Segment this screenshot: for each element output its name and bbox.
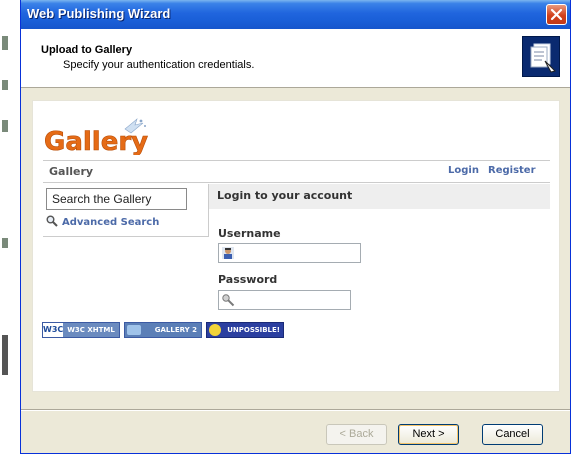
desktop-fragment: [2, 120, 8, 132]
wizard-window: Web Publishing Wizard Upload to Gallery …: [20, 0, 571, 454]
login-heading-bar: Login to your account: [209, 184, 550, 209]
gallery-sidebar: Search the Gallery Advanced Search: [43, 184, 209, 237]
back-button[interactable]: < Back: [326, 424, 387, 445]
register-link[interactable]: Register: [488, 165, 536, 176]
window-title: Web Publishing Wizard: [27, 6, 171, 21]
advanced-search-link[interactable]: Advanced Search: [46, 215, 159, 230]
desktop-fragment: [2, 335, 8, 375]
title-bar[interactable]: Web Publishing Wizard: [21, 0, 570, 29]
unpossible-badge-label: UNPOSSIBLE!: [227, 326, 280, 334]
cancel-button[interactable]: Cancel: [482, 424, 543, 445]
key-icon: [221, 293, 235, 307]
next-button[interactable]: Next >: [398, 424, 459, 445]
desktop-background: [0, 0, 22, 454]
login-heading: Login to your account: [217, 189, 353, 202]
gallery-login-page: Gallery Gallery Login Register Search th…: [32, 100, 560, 392]
w3c-logo: W3C: [43, 323, 63, 337]
header-subtitle: Specify your authentication credentials.: [63, 59, 255, 71]
username-field[interactable]: [218, 243, 361, 263]
desktop-fragment: [2, 36, 8, 50]
user-icon: [221, 246, 235, 260]
header-title: Upload to Gallery: [41, 44, 133, 56]
gallery-navbar: Gallery Login Register: [43, 160, 550, 183]
gallery2-badge-label: GALLERY 2: [154, 326, 197, 334]
unpossible-logo: [209, 324, 221, 336]
gallery-logo: Gallery: [43, 115, 153, 158]
advanced-search-label: Advanced Search: [62, 217, 160, 228]
wizard-header: Upload to Gallery Specify your authentic…: [21, 29, 570, 88]
password-label: Password: [218, 273, 278, 286]
close-button[interactable]: [546, 4, 567, 25]
close-icon: [550, 8, 563, 21]
web-publishing-icon: [522, 36, 560, 77]
username-label: Username: [218, 227, 281, 240]
breadcrumb-gallery[interactable]: Gallery: [49, 165, 93, 178]
xhtml-badge[interactable]: W3C W3C XHTML 1.0: [42, 322, 120, 348]
desktop-fragment: [2, 238, 8, 248]
search-input[interactable]: Search the Gallery: [46, 188, 187, 210]
xhtml-badge-label: W3C XHTML 1.0: [63, 323, 119, 348]
magnifier-icon: [46, 215, 58, 230]
gallery2-badge[interactable]: GALLERY 2: [124, 322, 202, 338]
desktop-fragment: [2, 80, 8, 90]
gallery2-logo: [127, 325, 141, 335]
button-separator: [21, 409, 570, 411]
password-field[interactable]: [218, 290, 351, 310]
login-link[interactable]: Login: [448, 165, 479, 176]
unpossible-badge[interactable]: UNPOSSIBLE!: [206, 322, 284, 338]
